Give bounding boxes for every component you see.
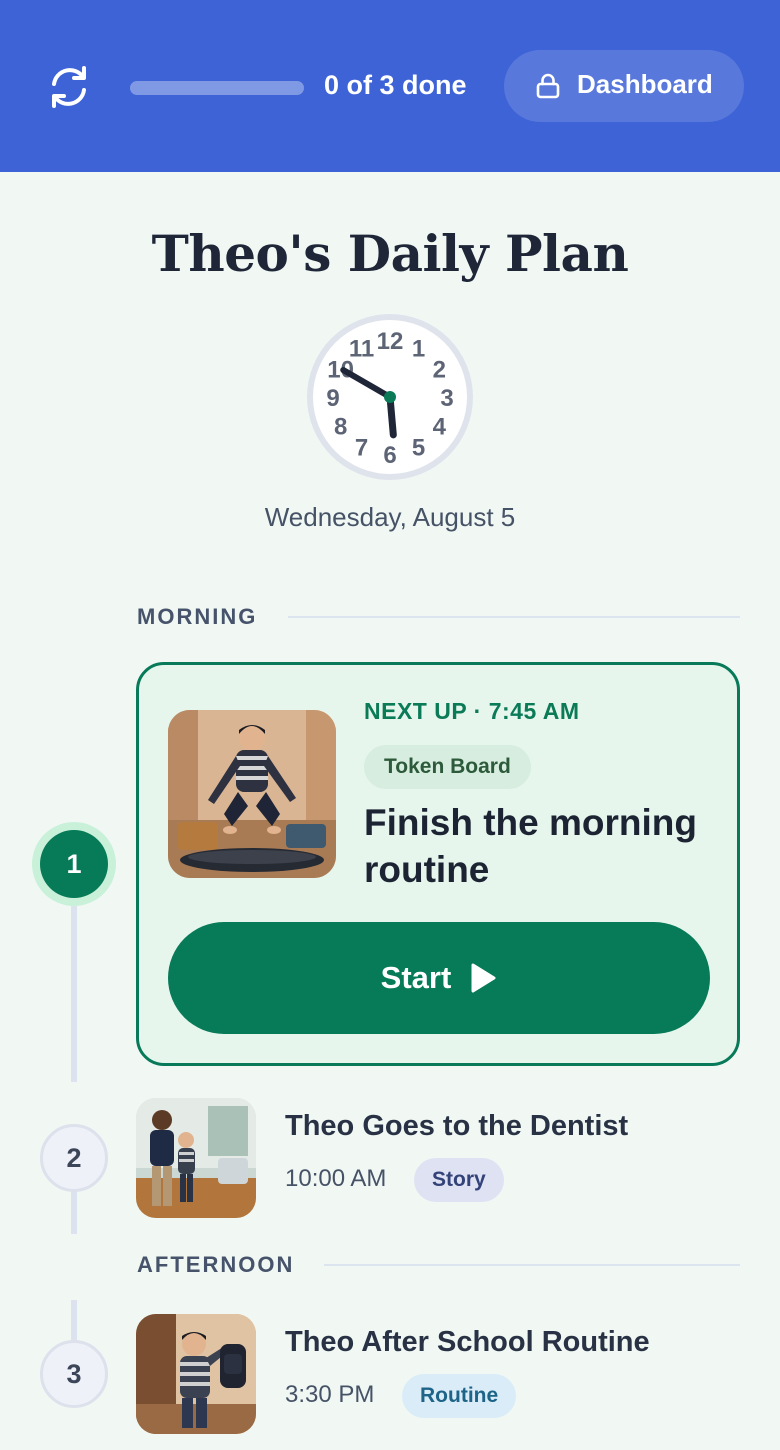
step-marker: 3 [40,1340,108,1408]
activity-title[interactable]: Theo Goes to the Dentist [285,1110,628,1143]
progress-bar [130,81,304,95]
step-marker-active: 1 [32,822,116,906]
clock-number: 11 [349,336,374,363]
next-activity-card[interactable]: NEXT UP · 7:45 AM Token Board Finish the… [136,662,740,1066]
activity-image[interactable] [136,1314,256,1434]
activity-image[interactable] [136,1098,256,1218]
refresh-icon [52,66,86,108]
activity-title: Finish the morning routine [364,802,697,890]
activity-type-badge: Story [414,1158,504,1202]
activity-type-badge: Routine [402,1374,517,1418]
section-afternoon-label: AFTERNOON [137,1252,295,1277]
clock-number: 12 [377,328,404,355]
activity-title[interactable]: Theo After School Routine [285,1326,650,1359]
activity-type-badge: Token Board [364,745,531,789]
clock-number: 3 [440,385,453,412]
section-afternoon-divider [324,1264,740,1266]
step-number: 1 [40,830,108,898]
activity-time: 10:00 AM [285,1165,387,1192]
section-morning-label: MORNING [137,604,258,629]
progress-text: 0 of 3 done [324,70,467,100]
dashboard-label: Dashboard [577,69,713,99]
section-morning-divider [288,616,740,618]
clock-number: 8 [334,414,347,441]
timeline-connector [71,1300,77,1340]
analog-clock: 12 1234567891011 [307,314,473,480]
play-icon [471,963,496,993]
timeline-connector [71,1190,77,1234]
clock-center [384,391,396,403]
next-up-time: NEXT UP · 7:45 AM [364,698,580,724]
date-label: Wednesday, August 5 [264,502,516,532]
lock-icon [536,73,560,99]
start-label: Start [380,960,452,995]
clock-number: 6 [383,442,396,469]
clock-number: 1 [412,336,425,363]
clock-number: 4 [433,414,447,441]
clock-number: 7 [355,434,368,461]
clock-number: 9 [326,385,339,412]
page-title: Theo's Daily Plan [151,224,629,283]
clock-number: 2 [433,357,446,384]
step-marker: 2 [40,1124,108,1192]
activity-image [168,710,336,878]
activity-time: 3:30 PM [285,1381,375,1408]
top-bar: 0 of 3 done Dashboard [0,0,780,172]
refresh-button[interactable] [44,62,94,112]
timeline-connector [71,906,77,1082]
clock-number: 5 [412,434,425,461]
start-button[interactable]: Start [168,922,710,1034]
dashboard-button[interactable]: Dashboard [504,50,744,122]
